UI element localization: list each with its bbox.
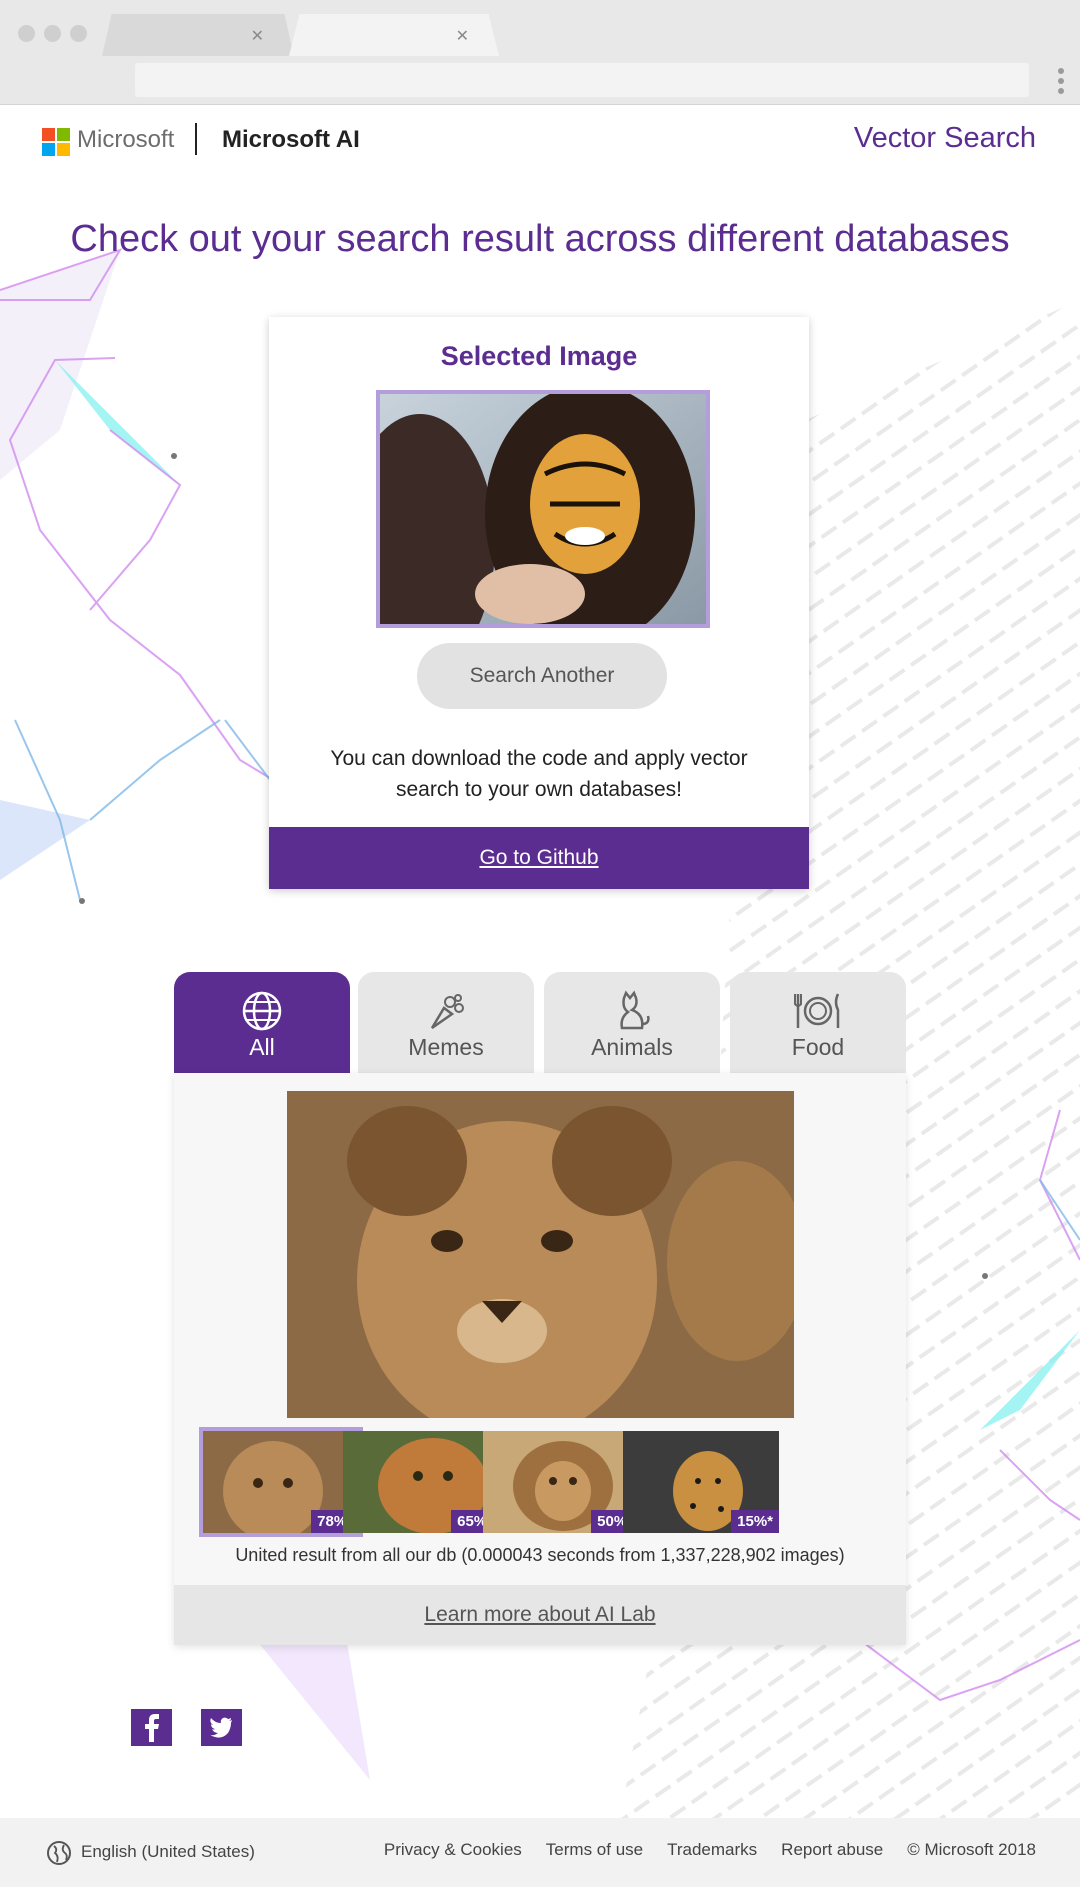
learn-more-link[interactable]: Learn more about AI Lab	[174, 1585, 906, 1645]
selected-image-card: Selected Image Search Another You can do…	[269, 317, 809, 889]
privacy-link[interactable]: Privacy & Cookies	[384, 1840, 522, 1860]
similarity-badge: 15%*	[731, 1510, 779, 1533]
close-icon[interactable]: ✕	[456, 26, 469, 46]
results-caption: United result from all our db (0.000043 …	[235, 1545, 845, 1565]
window-maximize-dot[interactable]	[70, 25, 87, 42]
go-to-github-link[interactable]: Go to Github	[269, 827, 809, 889]
tab-memes[interactable]: Memes	[358, 972, 534, 1073]
browser-menu-icon[interactable]	[1058, 68, 1064, 98]
facebook-icon[interactable]	[131, 1709, 172, 1746]
brand-divider	[195, 123, 197, 155]
close-icon[interactable]: ✕	[251, 26, 264, 46]
site-footer: English (United States) Privacy & Cookie…	[0, 1818, 1080, 1887]
tab-animals[interactable]: Animals	[544, 972, 720, 1073]
vector-search-link[interactable]: Vector Search	[854, 122, 1036, 155]
result-thumbnail[interactable]: 65%*	[343, 1431, 499, 1533]
copyright: © Microsoft 2018	[907, 1840, 1036, 1859]
site-header: Microsoft Microsoft AI Vector Search	[0, 106, 1080, 178]
main-result-image	[287, 1091, 794, 1418]
bouquet-icon	[430, 994, 464, 1030]
result-thumbnail[interactable]: 50%*	[483, 1431, 639, 1533]
footer-links: Privacy & Cookies Terms of use Trademark…	[360, 1840, 1036, 1860]
browser-chrome: ✕ ✕	[0, 0, 1080, 105]
brand-product[interactable]: Microsoft AI	[222, 126, 360, 154]
results-panel: 78%* 65%* 50%* 15%* United result from a…	[174, 1073, 906, 1645]
tab-label: Animals	[591, 1034, 673, 1060]
tab-all[interactable]: All	[174, 972, 350, 1073]
window-close-dot[interactable]	[18, 25, 35, 42]
report-abuse-link[interactable]: Report abuse	[781, 1840, 883, 1860]
microsoft-logo-icon[interactable]	[42, 128, 70, 156]
window-minimize-dot[interactable]	[44, 25, 61, 42]
tab-label: Memes	[408, 1034, 484, 1060]
database-tabs: All Memes Animals Food	[174, 972, 906, 1073]
search-another-button[interactable]: Search Another	[417, 643, 667, 709]
brand-company[interactable]: Microsoft	[77, 126, 174, 154]
terms-link[interactable]: Terms of use	[546, 1840, 643, 1860]
browser-tab-inactive[interactable]: ✕	[102, 14, 294, 56]
tab-label: All	[249, 1034, 275, 1060]
tab-food[interactable]: Food	[730, 972, 906, 1073]
browser-tab-active[interactable]: ✕	[289, 14, 499, 56]
globe-icon	[242, 991, 282, 1031]
trademarks-link[interactable]: Trademarks	[667, 1840, 757, 1860]
tab-label: Food	[791, 1034, 845, 1060]
address-bar[interactable]	[135, 63, 1029, 97]
twitter-icon[interactable]	[201, 1709, 242, 1746]
cat-icon	[620, 990, 650, 1030]
page-headline: Check out your search result across diff…	[70, 218, 1010, 260]
download-description: You can download the code and apply vect…	[330, 747, 748, 801]
result-thumbnail[interactable]: 15%*	[623, 1431, 779, 1533]
result-thumbnail[interactable]: 78%*	[199, 1427, 363, 1537]
plate-cutlery-icon	[794, 993, 840, 1028]
selected-image-title: Selected Image	[440, 341, 638, 371]
globe-icon[interactable]	[46, 1840, 72, 1866]
locale-selector[interactable]: English (United States)	[81, 1842, 255, 1862]
selected-image	[376, 390, 710, 628]
